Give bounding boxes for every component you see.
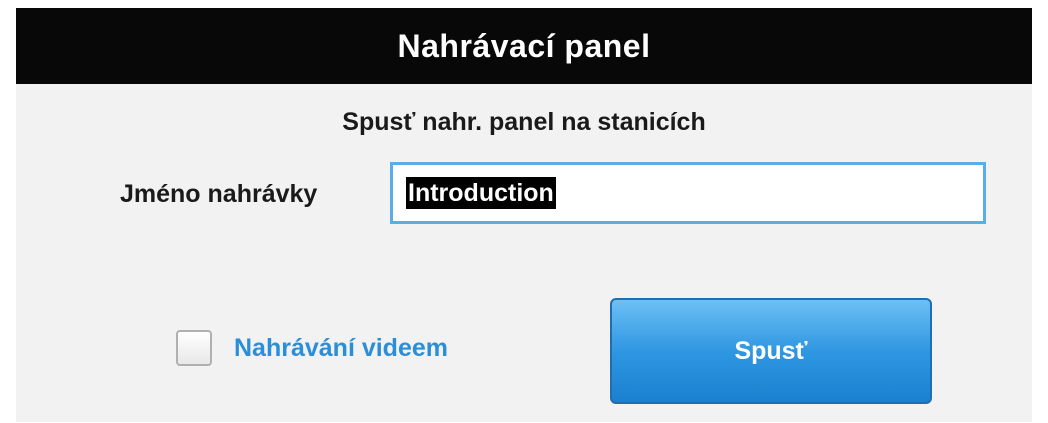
recording-name-input[interactable] <box>390 162 986 224</box>
video-recording-option[interactable]: Nahrávání videem <box>176 330 448 366</box>
recording-name-label: Jméno nahrávky <box>120 180 318 208</box>
video-recording-label[interactable]: Nahrávání videem <box>234 334 448 363</box>
start-button-label: Spusť <box>734 336 808 365</box>
start-button[interactable]: Spusť <box>610 298 932 404</box>
video-recording-checkbox[interactable] <box>176 330 212 366</box>
panel-titlebar: Nahrávací panel <box>16 8 1032 84</box>
recording-panel: Nahrávací panel Spusť nahr. panel na sta… <box>16 8 1032 422</box>
panel-title: Nahrávací panel <box>397 27 651 64</box>
panel-subtitle: Spusť nahr. panel na stanicích <box>342 108 706 136</box>
